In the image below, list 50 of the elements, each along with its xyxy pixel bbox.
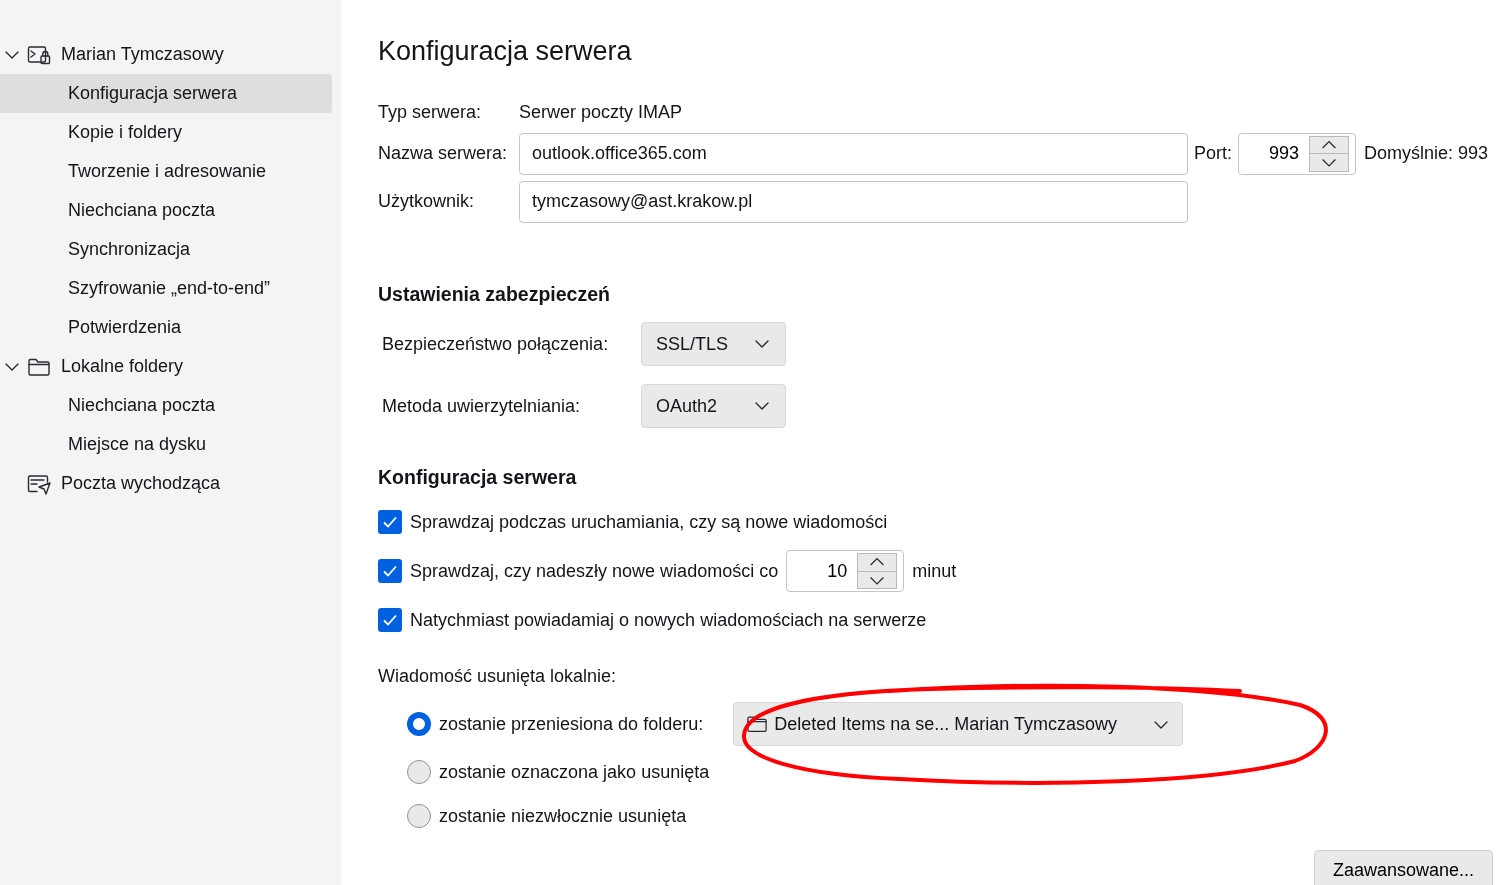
- checkbox[interactable]: [378, 510, 402, 535]
- field-label: Port:: [1194, 142, 1232, 166]
- field-label: Nazwa serwera:: [378, 142, 509, 166]
- advanced-button[interactable]: Zaawansowane...: [1313, 850, 1493, 885]
- radio-button[interactable]: [407, 804, 431, 829]
- default-port-text: Domyślnie: 993: [1364, 142, 1489, 166]
- number-spinner[interactable]: 10: [786, 550, 905, 593]
- radio-label: zostanie przeniesiona do folderu:: [439, 712, 704, 736]
- spin-buttons[interactable]: [1309, 135, 1349, 172]
- spin-buttons[interactable]: [857, 553, 898, 590]
- section-heading: Konfiguracja serwera: [378, 466, 578, 490]
- field-label: Użytkownik:: [378, 190, 476, 214]
- dropdown[interactable]: OAuth2: [641, 384, 786, 429]
- checkbox[interactable]: [378, 559, 402, 584]
- tree-item[interactable]: Niechciana poczta: [0, 191, 332, 230]
- number-spinner[interactable]: 993: [1238, 132, 1356, 175]
- tree-item[interactable]: Konfiguracja serwera: [0, 74, 332, 113]
- tree-item[interactable]: Synchronizacja: [0, 230, 332, 269]
- mail-lock-icon: [27, 43, 51, 66]
- field-label: Bezpieczeństwo połączenia:: [381, 332, 610, 356]
- send-mail-icon: [27, 472, 51, 495]
- checkbox-label: Natychmiast powiadamiaj o nowych wiadomościach na serwerze: [410, 608, 927, 632]
- radio-button[interactable]: [407, 760, 431, 785]
- folder-dropdown[interactable]: Deleted Items na se... Marian Tymczasowy: [733, 702, 1184, 747]
- tree-item[interactable]: Szyfrowanie „end-to-end”: [0, 269, 332, 308]
- page-title: Konfiguracja serwera: [378, 37, 633, 67]
- tree-item[interactable]: Potwierdzenia: [0, 308, 332, 347]
- radio-label: zostanie oznaczona jako usunięta: [439, 760, 710, 784]
- tree-item[interactable]: Miejsce na dysku: [0, 425, 332, 464]
- tree-item[interactable]: Lokalne foldery: [0, 347, 332, 386]
- dropdown[interactable]: SSL/TLS: [641, 322, 786, 367]
- section-label: Wiadomość usunięta lokalnie:: [378, 665, 618, 689]
- radio-button[interactable]: [407, 712, 431, 737]
- tree-item[interactable]: Tworzenie i adresowanie: [0, 152, 332, 191]
- folder-icon: [746, 714, 769, 735]
- tree-item[interactable]: Poczta wychodząca: [0, 464, 332, 503]
- tree-item[interactable]: Kopie i foldery: [0, 113, 332, 152]
- field-label: Metoda uwierzytelniania:: [381, 394, 582, 418]
- unit-label: minut: [912, 559, 957, 583]
- tree-item[interactable]: Niechciana poczta: [0, 386, 332, 425]
- text-field[interactable]: tymczasowy@ast.krakow.pl: [519, 180, 1188, 223]
- tree-item[interactable]: Marian Tymczasowy: [0, 35, 332, 74]
- radio-label: zostanie niezwłocznie usunięta: [439, 804, 687, 828]
- checkbox-label: Sprawdzaj, czy nadeszły nowe wiadomości co: [410, 559, 779, 583]
- field-value: Serwer poczty IMAP: [519, 101, 683, 125]
- text-field[interactable]: outlook.office365.com: [519, 132, 1188, 175]
- checkbox-label: Sprawdzaj podczas uruchamiania, czy są nowe wiadomości: [410, 510, 888, 534]
- checkbox[interactable]: [378, 608, 402, 633]
- field-label: Typ serwera:: [378, 101, 483, 125]
- section-heading: Ustawienia zabezpieczeń: [378, 282, 611, 307]
